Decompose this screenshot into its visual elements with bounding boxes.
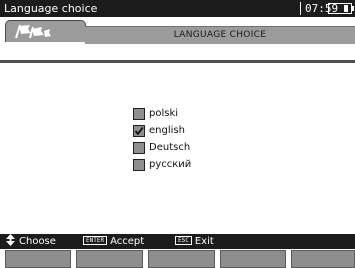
function-key-1[interactable] — [5, 250, 71, 268]
choose-hint: Choose — [5, 234, 56, 249]
checkbox-russian[interactable] — [133, 159, 145, 171]
function-key-2[interactable] — [76, 250, 143, 268]
function-key-3[interactable] — [148, 250, 215, 268]
checkbox-deutsch[interactable] — [133, 142, 145, 154]
checkmark-icon — [134, 126, 144, 136]
language-label: english — [149, 125, 185, 136]
page-title: LANGUAGE CHOICE — [173, 30, 267, 40]
screen: Language choice 07:59 LANGUAGE CHOICE po… — [0, 0, 355, 268]
language-option-russian[interactable]: русский — [133, 158, 253, 175]
language-option-english[interactable]: english — [133, 124, 253, 141]
battery-level — [344, 5, 348, 12]
hint-bar: Choose ENTER Accept ESC Exit — [0, 234, 355, 249]
checkbox-english[interactable] — [133, 125, 145, 137]
status-bar: Language choice 07:59 — [0, 0, 355, 17]
language-label: русский — [149, 159, 192, 170]
flags-icon — [15, 24, 51, 39]
window-title: Language choice — [4, 2, 98, 15]
exit-label: Exit — [194, 236, 214, 247]
esc-key-icon: ESC — [175, 236, 192, 245]
up-down-arrow-icon — [6, 234, 15, 246]
battery-icon — [328, 3, 354, 14]
accept-hint: ENTER Accept — [83, 234, 144, 249]
header-strip: LANGUAGE CHOICE — [85, 26, 355, 44]
language-label: polski — [149, 108, 179, 119]
header: LANGUAGE CHOICE — [0, 17, 355, 63]
battery-terminal — [352, 6, 354, 11]
status-divider — [300, 2, 301, 15]
enter-key-icon: ENTER — [83, 236, 108, 245]
choose-label: Choose — [19, 236, 56, 247]
language-option-polski[interactable]: polski — [133, 107, 253, 124]
exit-hint: ESC Exit — [175, 234, 214, 249]
language-option-deutsch[interactable]: Deutsch — [133, 141, 253, 158]
function-key-bar — [0, 249, 355, 268]
menu-tab[interactable] — [5, 20, 86, 42]
function-key-5[interactable] — [291, 250, 355, 268]
checkbox-polski[interactable] — [133, 108, 145, 120]
language-list: polski english Deutsch русский — [133, 107, 253, 175]
function-key-4[interactable] — [220, 250, 286, 268]
language-label: Deutsch — [149, 142, 191, 153]
header-divider — [0, 60, 355, 63]
accept-label: Accept — [110, 236, 145, 247]
